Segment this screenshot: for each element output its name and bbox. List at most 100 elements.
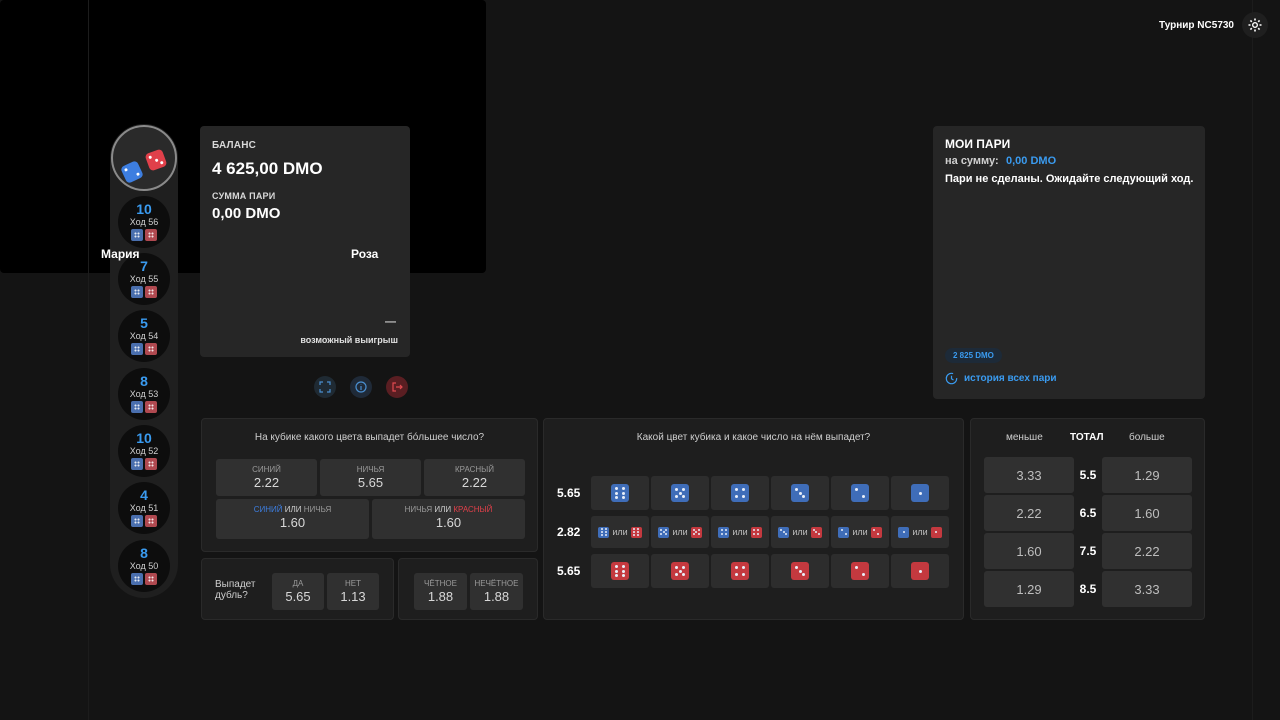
- bet-either-one[interactable]: или: [891, 516, 949, 548]
- round-move: Ход 51: [129, 503, 159, 513]
- bet-red-odds: 2.22: [461, 475, 488, 490]
- bet-even-odds: 1.88: [427, 589, 454, 604]
- history-round[interactable]: 8 Ход 50: [118, 540, 170, 592]
- bet-draw-or-red[interactable]: НИЧЬЯ ИЛИ КРАСНЫЙ 1.60: [372, 499, 525, 539]
- blue-die-icon: [131, 401, 143, 413]
- bet-blue-two[interactable]: [831, 476, 889, 510]
- player-right-name: Роза: [351, 247, 379, 261]
- bet-double-no[interactable]: НЕТ 1.13: [327, 573, 379, 610]
- red-die-icon: [145, 343, 157, 355]
- bet-blue-or-draw[interactable]: СИНИЙ ИЛИ НИЧЬЯ 1.60: [216, 499, 369, 539]
- bet-total-more[interactable]: 2.22: [1102, 533, 1192, 569]
- bet-red[interactable]: КРАСНЫЙ 2.22: [424, 459, 525, 496]
- bet-blue-three[interactable]: [771, 476, 829, 510]
- bet-draw[interactable]: НИЧЬЯ 5.65: [320, 459, 421, 496]
- round-total: 7: [140, 258, 148, 274]
- or-text: или: [912, 527, 928, 537]
- bet-sum-label: СУММА ПАРИ: [212, 191, 276, 201]
- row-odds-red: 5.65: [557, 564, 581, 578]
- bet-total-less[interactable]: 1.29: [984, 571, 1074, 607]
- history-round[interactable]: 8 Ход 53: [118, 368, 170, 420]
- bet-sum-value: 0,00 DMO: [212, 205, 281, 222]
- bet-total-less[interactable]: 2.22: [984, 495, 1074, 531]
- bet-draw-odds: 5.65: [357, 475, 384, 490]
- bet-total-more[interactable]: 3.33: [1102, 571, 1192, 607]
- bet-even[interactable]: ЧЁТНОЕ 1.88: [414, 573, 467, 610]
- total-line: 8.5: [1079, 582, 1097, 596]
- round-move: Ход 56: [129, 217, 159, 227]
- option-draw-text: НИЧЬЯ: [404, 505, 433, 514]
- bet-no-label: НЕТ: [345, 579, 361, 588]
- history-round[interactable]: 10 Ход 52: [118, 425, 170, 477]
- tournament-label: Турнир NC5730: [1158, 20, 1234, 31]
- bet-either-two[interactable]: или: [831, 516, 889, 548]
- bets-sum-label: на сумму:: [945, 155, 999, 167]
- blue-die-six-icon: [598, 526, 610, 538]
- bet-red-two[interactable]: [831, 554, 889, 588]
- bet-red-six[interactable]: [591, 554, 649, 588]
- red-die-six-icon: [611, 562, 629, 580]
- bet-double-yes[interactable]: ДА 5.65: [272, 573, 324, 610]
- info-button[interactable]: [350, 376, 372, 398]
- bet-red-label: КРАСНЫЙ: [454, 465, 494, 474]
- bet-either-four[interactable]: или: [711, 516, 769, 548]
- round-move: Ход 53: [129, 389, 159, 399]
- double-bet-question: Выпадет дубль?: [215, 579, 256, 601]
- bet-red-five[interactable]: [651, 554, 709, 588]
- or-text: или: [732, 527, 748, 537]
- bet-blue-six[interactable]: [591, 476, 649, 510]
- history-round[interactable]: 4 Ход 51: [118, 482, 170, 534]
- history-round[interactable]: 5 Ход 54: [118, 310, 170, 362]
- blue-die-two-icon: [851, 484, 869, 502]
- exit-button[interactable]: [386, 376, 408, 398]
- bet-draw-or-red-odds: 1.60: [435, 515, 462, 530]
- bets-status-message: Пари не сделаны. Ожидайте следующий ход.: [945, 173, 1194, 185]
- my-bets-title: МОИ ПАРИ: [945, 137, 1011, 151]
- gear-icon: [1248, 18, 1262, 32]
- game-logo[interactable]: [111, 125, 177, 191]
- blue-die-four-icon: [731, 484, 749, 502]
- bet-odd[interactable]: НЕЧЁТНОЕ 1.88: [470, 573, 523, 610]
- bet-blue[interactable]: СИНИЙ 2.22: [216, 459, 317, 496]
- bet-blue-four[interactable]: [711, 476, 769, 510]
- round-total: 8: [140, 545, 148, 561]
- total-header: ТОТАЛ: [1070, 432, 1104, 443]
- bet-total-more[interactable]: 1.29: [1102, 457, 1192, 493]
- blue-die-five-icon: [658, 526, 670, 538]
- bet-blue-five[interactable]: [651, 476, 709, 510]
- fullscreen-button[interactable]: [314, 376, 336, 398]
- frame-divider-left: [88, 0, 89, 720]
- bets-history-link[interactable]: история всех пари: [945, 372, 1057, 385]
- red-die-five-icon: [690, 526, 702, 538]
- bet-red-one[interactable]: [891, 554, 949, 588]
- bet-red-three[interactable]: [771, 554, 829, 588]
- bet-total-less[interactable]: 1.60: [984, 533, 1074, 569]
- parity-bet-panel: ЧЁТНОЕ 1.88 НЕЧЁТНОЕ 1.88: [398, 558, 538, 620]
- number-bet-question: Какой цвет кубика и какое число на нём в…: [636, 432, 871, 443]
- balance-panel: БАЛАНС 4 625,00 DMO СУММА ПАРИ 0,00 DMO …: [200, 126, 410, 357]
- row-odds-blue: 5.65: [557, 486, 581, 500]
- bet-either-six[interactable]: или: [591, 516, 649, 548]
- blue-die-three-icon: [791, 484, 809, 502]
- bet-red-four[interactable]: [711, 554, 769, 588]
- my-bets-panel: МОИ ПАРИ на сумму: 0,00 DMO Пари не сдел…: [933, 126, 1205, 399]
- bet-amount-badge[interactable]: 2 825 DMO: [945, 348, 1002, 363]
- color-bet-panel: На кубике какого цвета выпадет бóльшее ч…: [201, 418, 538, 552]
- blue-die-icon: [131, 229, 143, 241]
- bet-total-less[interactable]: 3.33: [984, 457, 1074, 493]
- total-line: 6.5: [1079, 506, 1097, 520]
- round-total: 5: [140, 315, 148, 331]
- bet-total-more[interactable]: 1.60: [1102, 495, 1192, 531]
- red-die-two-icon: [851, 562, 869, 580]
- blue-die-icon: [131, 458, 143, 470]
- or-text: ИЛИ: [434, 505, 452, 514]
- history-round[interactable]: 10 Ход 56: [118, 196, 170, 248]
- red-die-five-icon: [671, 562, 689, 580]
- settings-button[interactable]: [1242, 12, 1268, 38]
- bet-either-three[interactable]: или: [771, 516, 829, 548]
- or-text: или: [792, 527, 808, 537]
- bet-either-five[interactable]: или: [651, 516, 709, 548]
- option-red-text: КРАСНЫЙ: [453, 505, 493, 514]
- round-move: Ход 50: [129, 561, 159, 571]
- bet-blue-one[interactable]: [891, 476, 949, 510]
